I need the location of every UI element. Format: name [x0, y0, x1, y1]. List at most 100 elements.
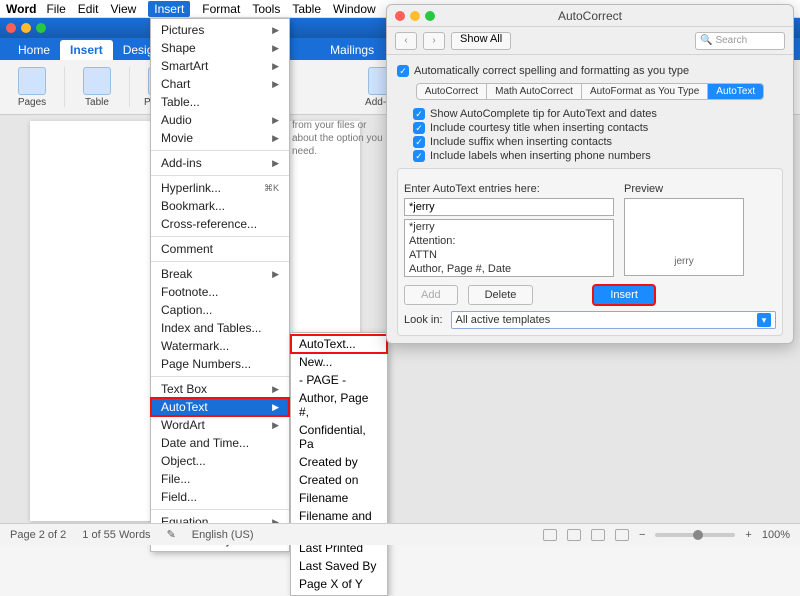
menu-item-movie[interactable]: Movie▶: [151, 129, 289, 147]
seg-autoformat[interactable]: AutoFormat as You Type: [582, 84, 708, 99]
search-input[interactable]: 🔍 Search: [695, 32, 785, 50]
submenu-item[interactable]: Created on: [291, 471, 387, 489]
menu-view[interactable]: View: [110, 2, 136, 16]
submenu-item[interactable]: New...: [291, 353, 387, 371]
view-draft-icon[interactable]: [615, 529, 629, 541]
forward-button[interactable]: ›: [423, 32, 445, 50]
menu-item-index-and-tables-[interactable]: Index and Tables...: [151, 319, 289, 337]
checkbox-row[interactable]: ✓Include suffix when inserting contacts: [413, 136, 783, 148]
menu-item-field-[interactable]: Field...: [151, 488, 289, 506]
status-page[interactable]: Page 2 of 2: [10, 529, 66, 541]
delete-button[interactable]: Delete: [468, 285, 534, 305]
checkbox-icon[interactable]: ✓: [413, 108, 425, 120]
zoom-slider[interactable]: [655, 533, 735, 537]
insert-button[interactable]: Insert: [593, 285, 655, 305]
menu-edit[interactable]: Edit: [78, 2, 99, 16]
status-lang[interactable]: English (US): [192, 529, 254, 541]
menu-item-wordart[interactable]: WordArt▶: [151, 416, 289, 434]
menu-item-hyperlink-[interactable]: Hyperlink...⌘K: [151, 179, 289, 197]
menu-item-pictures[interactable]: Pictures▶: [151, 21, 289, 39]
checkbox-icon[interactable]: ✓: [413, 150, 425, 162]
menu-item-audio[interactable]: Audio▶: [151, 111, 289, 129]
menu-tools[interactable]: Tools: [252, 2, 280, 16]
zoom-minus[interactable]: −: [639, 529, 645, 541]
checkbox-icon[interactable]: ✓: [413, 122, 425, 134]
list-item[interactable]: ATTN: [405, 248, 613, 262]
divider: [151, 236, 289, 237]
seg-autocorrect[interactable]: AutoCorrect: [417, 84, 487, 99]
seg-math[interactable]: Math AutoCorrect: [487, 84, 582, 99]
menu-item-text-box[interactable]: Text Box▶: [151, 380, 289, 398]
menu-item-label: Pictures: [161, 23, 204, 37]
lookin-select[interactable]: All active templates ▾: [451, 311, 776, 329]
menu-item-page-numbers-[interactable]: Page Numbers...: [151, 355, 289, 373]
window-controls[interactable]: [6, 23, 46, 33]
zoom-plus[interactable]: +: [745, 529, 751, 541]
autotext-entry-input[interactable]: [404, 198, 614, 216]
chevron-right-icon: ▶: [272, 269, 279, 280]
menu-format[interactable]: Format: [202, 2, 240, 16]
tab-home[interactable]: Home: [8, 40, 60, 60]
ribbon-pages[interactable]: Pages: [8, 67, 56, 108]
menu-item-object-[interactable]: Object...: [151, 452, 289, 470]
checkbox-row[interactable]: ✓Include courtesy title when inserting c…: [413, 122, 783, 134]
menu-item-table-[interactable]: Table...: [151, 93, 289, 111]
menu-item-comment[interactable]: Comment: [151, 240, 289, 258]
submenu-item[interactable]: Last Saved By: [291, 557, 387, 575]
show-all-button[interactable]: Show All: [451, 32, 511, 50]
ribbon-table[interactable]: Table: [73, 67, 121, 108]
zoom-value[interactable]: 100%: [762, 529, 790, 541]
zoom-icon[interactable]: [36, 23, 46, 33]
checkbox-row[interactable]: ✓Include labels when inserting phone num…: [413, 150, 783, 162]
submenu-item[interactable]: - PAGE -: [291, 371, 387, 389]
menu-item-file-[interactable]: File...: [151, 470, 289, 488]
submenu-item[interactable]: Filename: [291, 489, 387, 507]
view-web-icon[interactable]: [567, 529, 581, 541]
submenu-item[interactable]: Page X of Y: [291, 575, 387, 593]
checkbox-label: Automatically correct spelling and forma…: [414, 65, 689, 77]
menu-item-footnote-[interactable]: Footnote...: [151, 283, 289, 301]
list-item[interactable]: *jerry: [405, 220, 613, 234]
menu-item-smartart[interactable]: SmartArt▶: [151, 57, 289, 75]
menu-insert[interactable]: Insert: [148, 1, 190, 17]
minimize-icon[interactable]: [21, 23, 31, 33]
submenu-item[interactable]: AutoText...: [291, 335, 387, 353]
autotext-listbox[interactable]: *jerryAttention:ATTNAuthor, Page #, Date: [404, 219, 614, 277]
tab-insert[interactable]: Insert: [60, 40, 113, 60]
close-icon[interactable]: [6, 23, 16, 33]
chevron-right-icon: ▶: [272, 79, 279, 90]
status-words[interactable]: 1 of 55 Words: [82, 529, 150, 541]
list-item[interactable]: Attention:: [405, 234, 613, 248]
checkbox-icon[interactable]: ✓: [397, 65, 409, 77]
menu-table[interactable]: Table: [292, 2, 321, 16]
divider: [151, 376, 289, 377]
menu-item-watermark-[interactable]: Watermark...: [151, 337, 289, 355]
menu-item-shape[interactable]: Shape▶: [151, 39, 289, 57]
entries-label: Enter AutoText entries here:: [404, 183, 614, 195]
menu-item-cross-reference-[interactable]: Cross-reference...: [151, 215, 289, 233]
menu-item-label: Footnote...: [161, 285, 218, 299]
menu-window[interactable]: Window: [333, 2, 376, 16]
menu-item-caption-[interactable]: Caption...: [151, 301, 289, 319]
back-button[interactable]: ‹: [395, 32, 417, 50]
status-check-icon[interactable]: ✎: [167, 528, 176, 541]
view-print-icon[interactable]: [543, 529, 557, 541]
checkbox-row[interactable]: ✓Show AutoComplete tip for AutoText and …: [413, 108, 783, 120]
submenu-item[interactable]: Confidential, Pa: [291, 421, 387, 453]
submenu-item[interactable]: Created by: [291, 453, 387, 471]
menu-item-break[interactable]: Break▶: [151, 265, 289, 283]
menu-item-chart[interactable]: Chart▶: [151, 75, 289, 93]
view-outline-icon[interactable]: [591, 529, 605, 541]
zoom-thumb[interactable]: [693, 530, 703, 540]
menu-item-add-ins[interactable]: Add-ins▶: [151, 154, 289, 172]
tab-mailings[interactable]: Mailings: [320, 40, 384, 60]
seg-autotext[interactable]: AutoText: [708, 84, 763, 99]
menu-item-bookmark-[interactable]: Bookmark...: [151, 197, 289, 215]
menu-item-autotext[interactable]: AutoText▶: [151, 398, 289, 416]
auto-correct-checkbox-row[interactable]: ✓ Automatically correct spelling and for…: [397, 65, 783, 77]
submenu-item[interactable]: Author, Page #,: [291, 389, 387, 421]
list-item[interactable]: Author, Page #, Date: [405, 262, 613, 276]
checkbox-icon[interactable]: ✓: [413, 136, 425, 148]
menu-item-date-and-time-[interactable]: Date and Time...: [151, 434, 289, 452]
menu-file[interactable]: File: [46, 2, 65, 16]
